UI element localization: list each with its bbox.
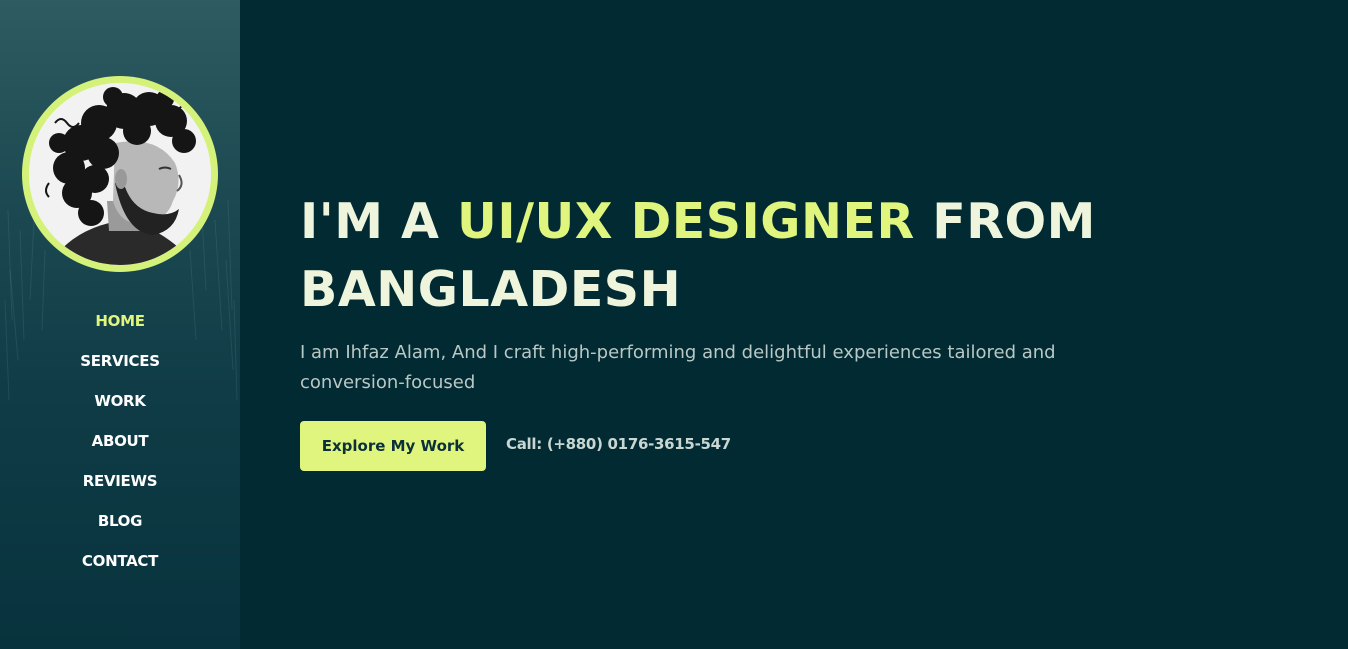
hero-section: I'M A UI/UX DESIGNER FROM BANGLADESH I a… bbox=[300, 188, 1300, 471]
hero-intro: I am Ihfaz Alam, And I craft high-perfor… bbox=[300, 342, 1056, 393]
nav-item-about[interactable]: ABOUT bbox=[0, 421, 240, 461]
sidebar-nav: HOME SERVICES WORK ABOUT REVIEWS BLOG CO… bbox=[0, 301, 240, 581]
phone-number[interactable]: Call: (+880) 0176-3615-547 bbox=[506, 435, 731, 453]
avatar bbox=[22, 76, 218, 272]
avatar-portrait bbox=[29, 83, 211, 265]
sidebar: HOME SERVICES WORK ABOUT REVIEWS BLOG CO… bbox=[0, 0, 240, 649]
explore-work-button[interactable]: Explore My Work bbox=[300, 421, 486, 471]
page: HOME SERVICES WORK ABOUT REVIEWS BLOG CO… bbox=[0, 0, 1348, 649]
headline-accent: UI/UX DESIGNER bbox=[457, 193, 915, 250]
cta-row: Explore My Work Call: (+880) 0176-3615-5… bbox=[300, 421, 1300, 471]
nav-item-home[interactable]: HOME bbox=[0, 301, 240, 341]
nav-item-contact[interactable]: CONTACT bbox=[0, 541, 240, 581]
nav-item-reviews[interactable]: REVIEWS bbox=[0, 461, 240, 501]
portrait-icon bbox=[29, 83, 211, 265]
nav-item-work[interactable]: WORK bbox=[0, 381, 240, 421]
hero-headline: I'M A UI/UX DESIGNER FROM BANGLADESH bbox=[300, 188, 1300, 324]
nav-item-services[interactable]: SERVICES bbox=[0, 341, 240, 381]
headline-prefix: I'M A bbox=[300, 193, 458, 250]
nav-item-blog[interactable]: BLOG bbox=[0, 501, 240, 541]
